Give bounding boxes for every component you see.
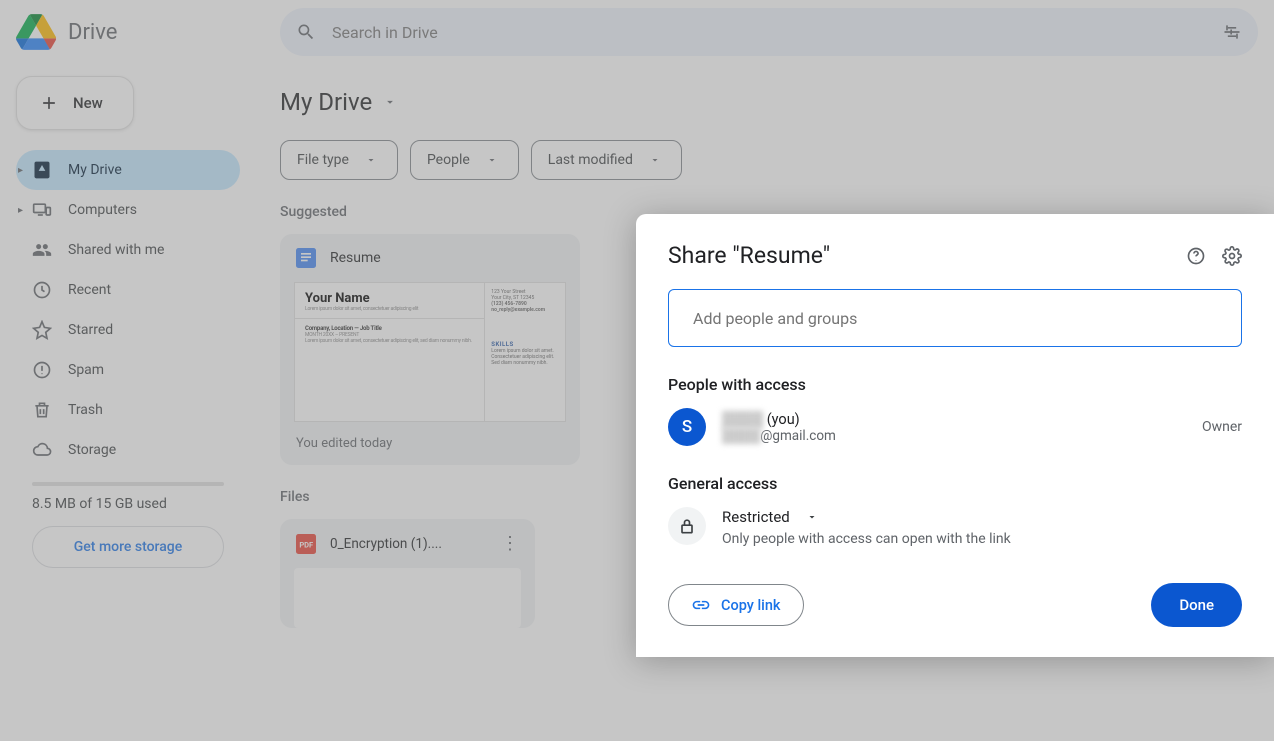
avatar: S [668,408,706,446]
access-level-dropdown[interactable]: Restricted [722,507,1011,527]
share-dialog: Share "Resume" People with access S ████… [636,214,1274,657]
copy-link-button[interactable]: Copy link [668,584,804,626]
add-people-input[interactable] [668,289,1242,347]
general-access-heading: General access [668,474,1242,493]
person-email: ████@gmail.com [722,428,836,444]
gear-icon[interactable] [1222,246,1242,266]
help-icon[interactable] [1186,246,1206,266]
done-button[interactable]: Done [1151,583,1242,627]
people-heading: People with access [668,375,1242,394]
person-name: ████ (you) [722,411,836,428]
link-icon [691,595,711,615]
dialog-title: Share "Resume" [668,242,830,269]
copy-link-label: Copy link [721,597,781,614]
person-row: S ████ (you) ████@gmail.com Owner [668,408,1242,446]
general-access-row: Restricted Only people with access can o… [668,507,1242,547]
access-level-label: Restricted [722,508,790,526]
caret-down-icon [802,507,822,527]
person-role: Owner [1202,419,1242,435]
lock-icon [668,507,706,545]
access-description: Only people with access can open with th… [722,531,1011,547]
